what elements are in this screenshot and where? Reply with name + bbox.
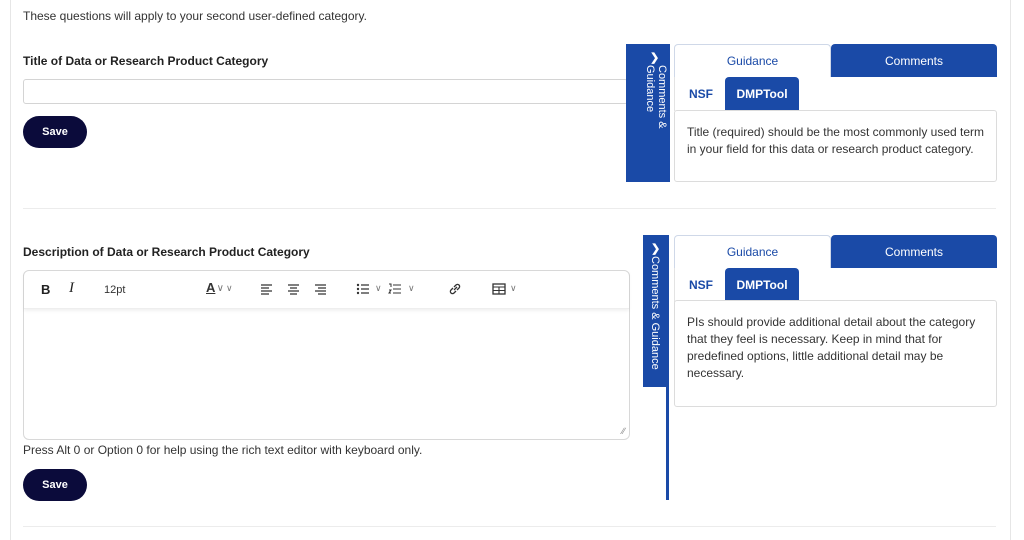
tab-comments[interactable]: Comments — [831, 44, 997, 77]
guidance-subtabs: NSF DMPTool — [674, 268, 997, 302]
panel-tabs: Guidance Comments — [674, 44, 997, 77]
chevron-down-icon: ∨ — [216, 283, 224, 294]
editor-content[interactable] — [32, 317, 622, 427]
text-color-icon[interactable]: A — [206, 280, 215, 295]
italic-icon[interactable]: I — [69, 280, 74, 297]
intro-text: These questions will apply to your secon… — [23, 9, 367, 23]
tab-guidance[interactable]: Guidance — [674, 44, 831, 77]
chevron-down-icon[interactable]: ∨ — [408, 283, 415, 294]
bold-icon[interactable]: B — [41, 282, 50, 297]
chevron-down-icon[interactable]: ∨ — [510, 283, 517, 294]
numbered-list-icon[interactable] — [388, 283, 402, 295]
editor-toolbar: B I 12pt ∨ A ∨ ∨ ∨ ∨ — [24, 271, 629, 309]
question-title-category: Title of Data or Research Product Catego… — [23, 54, 269, 68]
font-size-value: 12pt — [104, 284, 126, 296]
chevron-down-icon[interactable]: ∨ — [375, 283, 382, 294]
chevron-down-icon[interactable]: ∨ — [226, 283, 233, 294]
align-left-icon[interactable] — [260, 283, 273, 295]
rich-text-editor[interactable]: B I 12pt ∨ A ∨ ∨ ∨ ∨ ∕∕ — [23, 270, 630, 440]
chevron-right-icon: ❯ — [651, 243, 661, 255]
section-divider — [23, 208, 996, 209]
align-right-icon[interactable] — [314, 283, 327, 295]
guidance-subtabs: NSF DMPTool — [674, 77, 997, 111]
page-border-right — [1010, 0, 1011, 540]
tab-guidance[interactable]: Guidance — [674, 235, 831, 268]
subtab-dmptool[interactable]: DMPTool — [725, 268, 799, 301]
subtab-nsf[interactable]: NSF — [689, 278, 713, 292]
guidance-text: Title (required) should be the most comm… — [674, 110, 997, 182]
guidance-panel: Guidance Comments NSF DMPTool Title (req… — [674, 44, 997, 184]
side-tab-line — [666, 387, 669, 500]
subtab-nsf[interactable]: NSF — [689, 87, 713, 101]
section-divider — [23, 526, 996, 527]
align-center-icon[interactable] — [287, 283, 300, 295]
tab-comments[interactable]: Comments — [831, 235, 997, 268]
guidance-text: PIs should provide additional detail abo… — [674, 300, 997, 407]
save-button[interactable]: Save — [23, 469, 87, 501]
editor-help-text: Press Alt 0 or Option 0 for help using t… — [23, 443, 423, 457]
save-button[interactable]: Save — [23, 116, 87, 148]
bullet-list-icon[interactable] — [356, 283, 370, 295]
table-icon[interactable] — [492, 283, 506, 295]
chevron-right-icon: ❯ — [650, 52, 660, 64]
category-title-input[interactable] — [23, 79, 628, 104]
guidance-panel: Guidance Comments NSF DMPTool PIs should… — [674, 235, 997, 410]
resize-handle-icon[interactable]: ∕∕ — [622, 426, 625, 436]
link-icon[interactable] — [448, 282, 462, 296]
subtab-dmptool[interactable]: DMPTool — [725, 77, 799, 110]
question-title-description: Description of Data or Research Product … — [23, 245, 310, 259]
comments-guidance-label: Comments & Guidance — [644, 65, 668, 129]
comments-guidance-toggle[interactable]: ❯ Comments & Guidance — [626, 44, 670, 182]
comments-guidance-label: Comments & Guidance — [649, 256, 661, 370]
comments-guidance-toggle[interactable]: ❯ Comments & Guidance — [643, 235, 669, 387]
panel-tabs: Guidance Comments — [674, 235, 997, 268]
page-border-left — [10, 0, 11, 540]
